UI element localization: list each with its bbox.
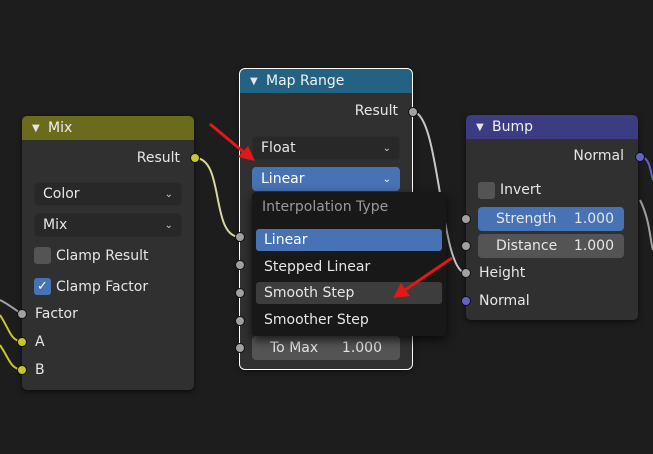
bump-normal-out-socket[interactable] xyxy=(635,152,645,162)
map-range-result-label: Result xyxy=(354,103,398,119)
link-mix-result-to-map-range xyxy=(194,157,241,238)
menu-item-smooth-step[interactable]: Smooth Step xyxy=(256,282,442,304)
menu-title: Interpolation Type xyxy=(262,199,389,215)
bump-node-title: Bump xyxy=(492,119,534,135)
clamp-factor-label: Clamp Factor xyxy=(56,279,149,295)
bump-strength-socket[interactable] xyxy=(461,214,471,224)
mix-result-socket[interactable] xyxy=(190,153,200,163)
distance-value: 1.000 xyxy=(573,238,614,254)
mix-node[interactable]: ▼ Mix Result Color ⌄ Mix ⌄ Clamp Result … xyxy=(22,116,194,390)
mix-data-type-dropdown[interactable]: Color ⌄ xyxy=(34,182,182,206)
map-range-node-header[interactable]: ▼ Map Range xyxy=(240,69,412,93)
mix-node-header[interactable]: ▼ Mix xyxy=(22,116,194,140)
mix-result-label: Result xyxy=(136,150,180,166)
bump-node[interactable]: ▼ Bump Normal Invert Strength 1.000 Dist… xyxy=(466,115,638,320)
bump-node-header[interactable]: ▼ Bump xyxy=(466,115,638,139)
to-max-label: To Max xyxy=(270,340,319,356)
bump-distance-socket[interactable] xyxy=(461,241,471,251)
menu-item-smoother-step[interactable]: Smoother Step xyxy=(256,309,442,331)
map-range-from-min-socket[interactable] xyxy=(235,260,245,270)
factor-input-label: Factor xyxy=(35,306,78,322)
mix-data-type-value: Color xyxy=(43,186,80,202)
menu-item-stepped-linear[interactable]: Stepped Linear xyxy=(256,256,442,278)
bump-normal-out-label: Normal xyxy=(573,148,624,164)
chevron-down-icon[interactable]: ▼ xyxy=(250,76,266,87)
strength-label: Strength xyxy=(496,211,557,227)
mix-node-title: Mix xyxy=(48,120,73,136)
strength-field[interactable]: Strength 1.000 xyxy=(478,207,624,231)
mix-factor-socket[interactable] xyxy=(17,309,27,319)
map-range-value-socket[interactable] xyxy=(235,232,245,242)
mix-blend-mode-dropdown[interactable]: Mix ⌄ xyxy=(34,213,182,237)
map-range-from-max-socket[interactable] xyxy=(235,288,245,298)
clamp-result-checkbox[interactable] xyxy=(34,247,51,264)
a-input-label: A xyxy=(35,334,45,350)
interpolation-type-menu[interactable]: Interpolation Type Linear Stepped Linear… xyxy=(252,192,446,336)
mix-blend-mode-value: Mix xyxy=(43,217,68,233)
normal-input-label: Normal xyxy=(479,293,530,309)
invert-label: Invert xyxy=(500,182,542,198)
map-range-to-max-socket[interactable] xyxy=(235,343,245,353)
checkmark-icon: ✓ xyxy=(37,279,48,294)
menu-item-stepped-linear-label: Stepped Linear xyxy=(264,259,371,275)
clamp-result-label: Clamp Result xyxy=(56,248,149,264)
invert-checkbox[interactable] xyxy=(478,182,495,199)
map-range-result-socket[interactable] xyxy=(408,107,418,117)
strength-value: 1.000 xyxy=(573,211,614,227)
bump-normal-in-socket[interactable] xyxy=(461,296,471,306)
dropdown-arrow-icon: ⌄ xyxy=(382,173,391,185)
menu-item-linear[interactable]: Linear xyxy=(256,229,442,251)
clamp-factor-checkbox[interactable]: ✓ xyxy=(34,278,51,295)
map-range-node-title: Map Range xyxy=(266,73,345,89)
mix-a-socket[interactable] xyxy=(17,337,27,347)
map-range-data-type-dropdown[interactable]: Float ⌄ xyxy=(252,136,400,160)
distance-field[interactable]: Distance 1.000 xyxy=(478,234,624,258)
menu-item-smoother-step-label: Smoother Step xyxy=(264,312,369,328)
chevron-down-icon[interactable]: ▼ xyxy=(32,123,48,134)
b-input-label: B xyxy=(35,362,45,378)
interpolation-dropdown[interactable]: Linear ⌄ xyxy=(252,167,400,191)
dropdown-arrow-icon: ⌄ xyxy=(164,219,173,231)
height-input-label: Height xyxy=(479,265,526,281)
interpolation-value: Linear xyxy=(261,171,305,187)
map-range-to-min-socket[interactable] xyxy=(235,316,245,326)
menu-item-linear-label: Linear xyxy=(264,232,308,248)
link-right-edge xyxy=(639,199,653,251)
to-max-field[interactable]: To Max 1.000 xyxy=(252,336,400,360)
map-range-data-type-value: Float xyxy=(261,140,296,156)
dropdown-arrow-icon: ⌄ xyxy=(164,188,173,200)
bump-height-socket[interactable] xyxy=(461,268,471,278)
chevron-down-icon[interactable]: ▼ xyxy=(476,122,492,133)
mix-b-socket[interactable] xyxy=(17,365,27,375)
to-max-value: 1.000 xyxy=(341,340,382,356)
distance-label: Distance xyxy=(496,238,558,254)
menu-item-smooth-step-label: Smooth Step xyxy=(264,285,355,301)
dropdown-arrow-icon: ⌄ xyxy=(382,142,391,154)
